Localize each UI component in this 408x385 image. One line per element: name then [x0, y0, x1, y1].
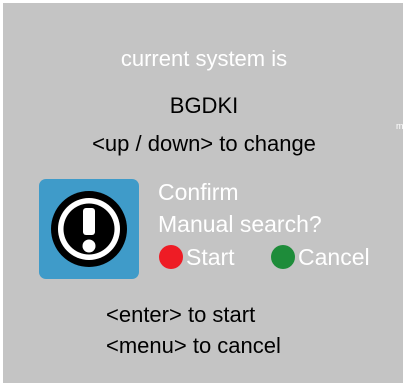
system-name: BGDKI: [169, 93, 239, 118]
cancel-option[interactable]: Cancel: [271, 243, 370, 271]
enter-hint: <enter> to start: [106, 302, 256, 327]
menu-hint: <menu> to cancel: [106, 333, 281, 358]
green-dot-icon: [271, 245, 295, 269]
current-system-heading: current system is: [120, 46, 288, 71]
red-dot-icon: [159, 245, 183, 269]
dialog-question: Manual search?: [158, 211, 322, 237]
dialog-title: Confirm: [158, 179, 239, 205]
exclamation-icon: [39, 179, 139, 279]
change-hint: <up / down> to change: [92, 131, 316, 156]
start-option-label: Start: [186, 243, 235, 270]
corner-mark: m: [396, 121, 404, 131]
cancel-option-label: Cancel: [298, 243, 370, 270]
start-option[interactable]: Start: [159, 243, 235, 271]
